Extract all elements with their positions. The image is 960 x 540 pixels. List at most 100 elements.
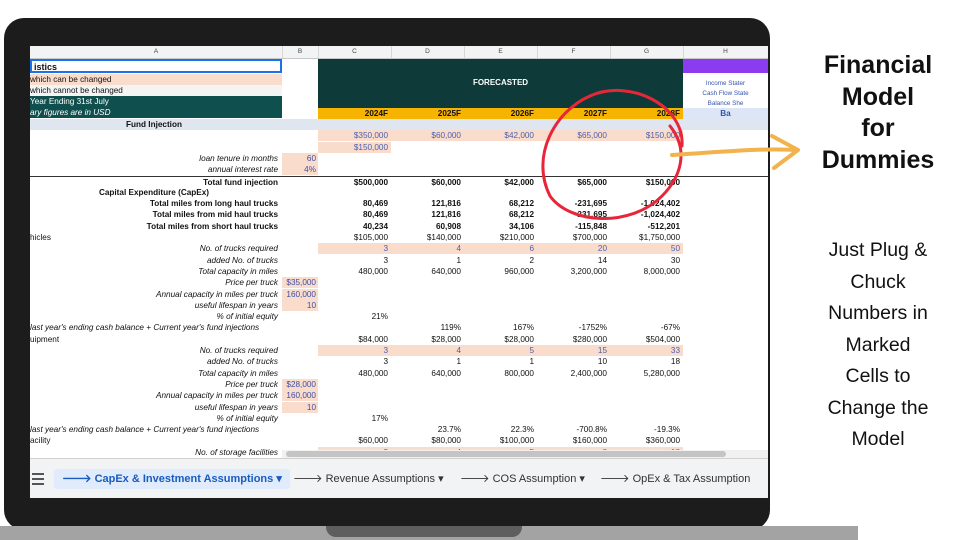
value-cell[interactable]: 5,280,000: [610, 368, 683, 379]
value-cell[interactable]: 640,000: [391, 266, 464, 277]
input-cell-b[interactable]: [282, 243, 318, 254]
input-cell-b[interactable]: 160,000: [282, 390, 318, 402]
value-cell[interactable]: 34,106: [464, 221, 537, 232]
value-cell[interactable]: -1,024,402: [610, 198, 683, 209]
value-cell[interactable]: 10: [537, 356, 610, 367]
row-label[interactable]: hicles: [30, 232, 282, 243]
value-cell[interactable]: [464, 311, 537, 322]
row-label[interactable]: % of initial equity: [30, 413, 282, 424]
value-cell[interactable]: [537, 311, 610, 322]
value-cell[interactable]: $84,000: [318, 334, 391, 345]
col-header-f[interactable]: F: [537, 46, 611, 58]
col-header-a[interactable]: A: [30, 46, 283, 58]
value-cell[interactable]: 480,000: [318, 266, 391, 277]
row-label[interactable]: Fund Injection: [30, 119, 282, 130]
value-cell[interactable]: -700.8%: [537, 424, 610, 435]
row-label[interactable]: Capital Expenditure (CapEx): [30, 187, 282, 198]
value-cell[interactable]: $140,000: [391, 232, 464, 243]
input-cell-b[interactable]: [282, 334, 318, 345]
value-cell[interactable]: [537, 153, 610, 164]
value-cell[interactable]: -231,695: [537, 209, 610, 220]
row-label[interactable]: last year's ending cash balance + Curren…: [30, 322, 282, 333]
year-header-cell[interactable]: 2028F: [610, 108, 680, 119]
value-cell[interactable]: $150,000: [318, 141, 391, 153]
value-cell[interactable]: $160,000: [537, 435, 610, 446]
row-label[interactable]: Annual capacity in miles per truck: [30, 289, 282, 300]
row-label[interactable]: Total miles from short haul trucks: [30, 221, 282, 232]
value-cell[interactable]: 20: [537, 243, 610, 255]
value-cell[interactable]: [464, 142, 537, 153]
row-label[interactable]: useful lifespan in years: [30, 402, 282, 413]
input-cell-b[interactable]: [282, 255, 318, 266]
value-cell[interactable]: -512,201: [610, 221, 683, 232]
value-cell[interactable]: [391, 311, 464, 322]
input-cell-b[interactable]: [282, 221, 318, 232]
col-header-h[interactable]: H: [683, 46, 768, 58]
value-cell[interactable]: 18: [610, 356, 683, 367]
row-label[interactable]: No. of trucks required: [30, 243, 282, 254]
col-header-e[interactable]: E: [464, 46, 538, 58]
value-cell[interactable]: 4: [391, 243, 464, 255]
value-cell[interactable]: [391, 187, 464, 198]
value-cell[interactable]: $28,000: [464, 334, 537, 345]
value-cell[interactable]: $350,000: [318, 130, 391, 142]
value-cell[interactable]: [391, 164, 464, 175]
value-cell[interactable]: [391, 153, 464, 164]
value-cell[interactable]: [537, 300, 610, 311]
row-label[interactable]: last year's ending cash balance + Curren…: [30, 424, 282, 435]
year-header-cell[interactable]: 2027F: [537, 108, 607, 119]
value-cell[interactable]: 50: [610, 243, 683, 255]
value-cell[interactable]: -19.3%: [610, 424, 683, 435]
value-cell[interactable]: [537, 413, 610, 424]
value-cell[interactable]: [318, 424, 391, 435]
value-cell[interactable]: [391, 413, 464, 424]
value-cell[interactable]: [391, 277, 464, 288]
value-cell[interactable]: [318, 402, 391, 413]
value-cell[interactable]: -1752%: [537, 322, 610, 333]
value-cell[interactable]: [464, 277, 537, 288]
value-cell[interactable]: 23.7%: [391, 424, 464, 435]
value-cell[interactable]: 3: [318, 243, 391, 255]
input-cell-b[interactable]: [282, 142, 318, 153]
row-label[interactable]: No. of trucks required: [30, 345, 282, 356]
input-cell-b[interactable]: [282, 187, 318, 198]
h-scrollbar-thumb[interactable]: [286, 451, 726, 457]
value-cell[interactable]: [464, 402, 537, 413]
value-cell[interactable]: 121,816: [391, 209, 464, 220]
value-cell[interactable]: [610, 402, 683, 413]
value-cell[interactable]: [391, 379, 464, 390]
value-cell[interactable]: 17%: [318, 413, 391, 424]
value-cell[interactable]: 3: [318, 356, 391, 367]
year-header-cell[interactable]: 2026F: [464, 108, 534, 119]
value-cell[interactable]: [610, 379, 683, 390]
value-cell[interactable]: [318, 300, 391, 311]
value-cell[interactable]: 68,212: [464, 198, 537, 209]
tab-revenue[interactable]: 🡒 Revenue Assumptions ▾: [285, 469, 452, 489]
input-cell-b[interactable]: [282, 209, 318, 220]
input-cell-b[interactable]: [282, 232, 318, 243]
value-cell[interactable]: [610, 289, 683, 300]
value-cell[interactable]: [464, 390, 537, 401]
row-label[interactable]: Total capacity in miles: [30, 368, 282, 379]
value-cell[interactable]: 80,469: [318, 198, 391, 209]
row-label[interactable]: useful lifespan in years: [30, 300, 282, 311]
input-cell-b[interactable]: 10: [282, 401, 318, 413]
tab-cos[interactable]: 🡒 COS Assumption ▾: [452, 469, 593, 489]
value-cell[interactable]: [537, 390, 610, 401]
row-label[interactable]: [30, 142, 282, 153]
value-cell[interactable]: -1,024,402: [610, 209, 683, 220]
value-cell[interactable]: [537, 187, 610, 198]
input-cell-b[interactable]: [282, 368, 318, 379]
value-cell[interactable]: [318, 164, 391, 175]
input-cell-b[interactable]: 10: [282, 299, 318, 311]
row-label[interactable]: Annual capacity in miles per truck: [30, 390, 282, 401]
value-cell[interactable]: [610, 300, 683, 311]
value-cell[interactable]: [464, 187, 537, 198]
value-cell[interactable]: 4: [391, 345, 464, 357]
year-header-cell[interactable]: 2024F: [318, 108, 388, 119]
value-cell[interactable]: [537, 289, 610, 300]
value-cell[interactable]: [464, 153, 537, 164]
value-cell[interactable]: $105,000: [318, 232, 391, 243]
value-cell[interactable]: [464, 164, 537, 175]
value-cell[interactable]: 3: [318, 255, 391, 266]
